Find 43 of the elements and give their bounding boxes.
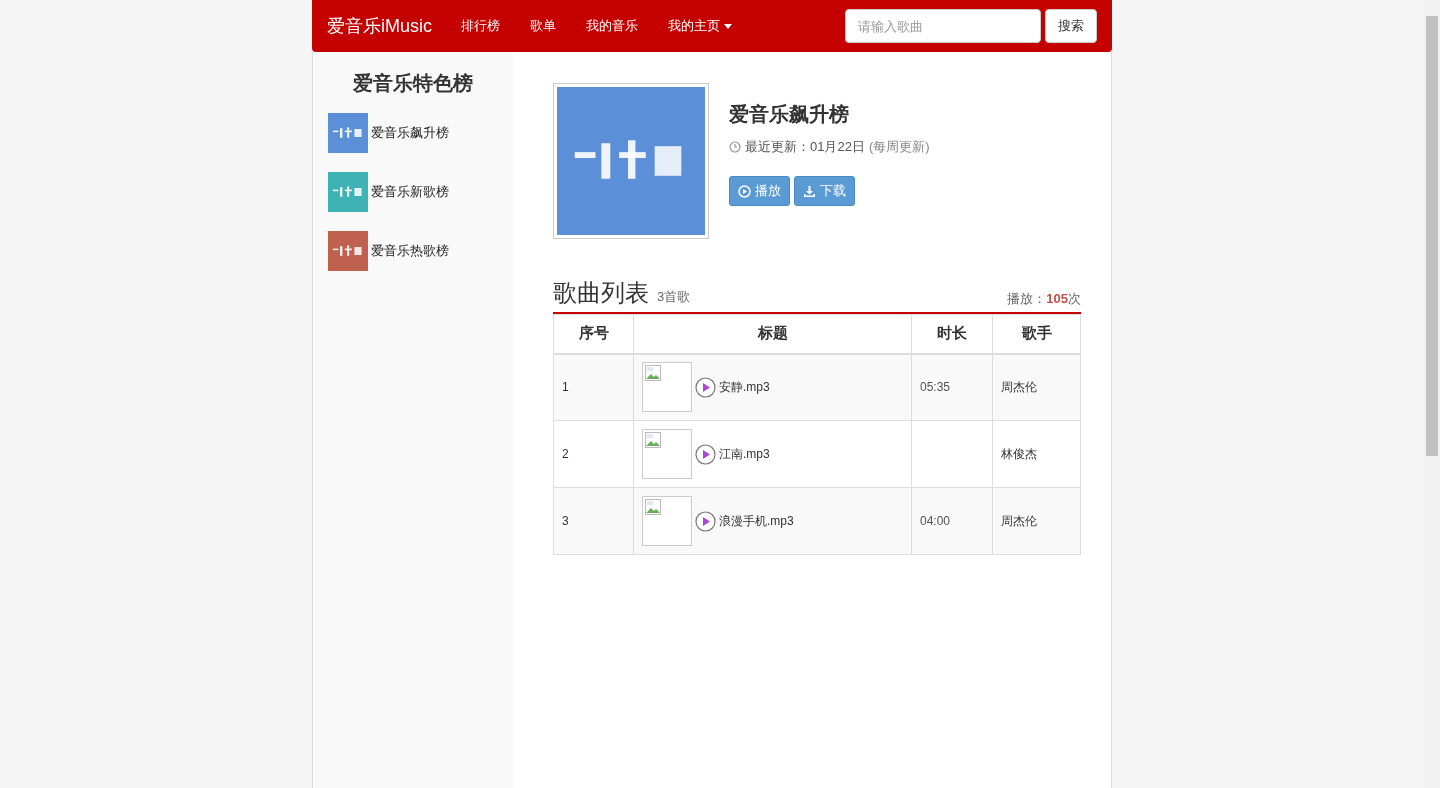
nav-link[interactable]: 歌单 bbox=[515, 17, 571, 35]
play-icon bbox=[738, 184, 751, 198]
broken-image-icon bbox=[645, 432, 661, 448]
table-cell: 2 bbox=[553, 420, 634, 488]
song-title-link[interactable]: 浪漫手机.mp3 bbox=[719, 512, 794, 530]
update-note: (每周更新) bbox=[868, 138, 930, 156]
brand-logo[interactable]: 爱音乐iMusic bbox=[327, 14, 432, 38]
table-cell: 林俊杰 bbox=[992, 420, 1081, 488]
broken-image-icon bbox=[645, 365, 661, 382]
play-icon bbox=[695, 443, 716, 465]
table-cell: 04:00 bbox=[911, 487, 993, 555]
table-cell: 周杰伦 bbox=[992, 353, 1081, 421]
song-title-link[interactable]: 安静.mp3 bbox=[719, 378, 770, 396]
sidebar-title: 爱音乐特色榜 bbox=[352, 71, 474, 96]
dropdown-menu-link[interactable]: 我的主页 bbox=[653, 17, 747, 35]
song-title-link[interactable]: 江南.mp3 bbox=[719, 445, 770, 463]
broken-image-icon bbox=[645, 499, 661, 515]
column-header: 序号 bbox=[553, 314, 634, 354]
sidebar-link[interactable]: 爱音乐热歌榜 bbox=[371, 242, 449, 260]
search-button[interactable]: 搜索 bbox=[1045, 9, 1097, 43]
table-cell: 3 bbox=[553, 487, 634, 555]
play-icon bbox=[695, 510, 716, 532]
chart-title: 爱音乐飙升榜 bbox=[729, 102, 850, 127]
table-cell: 1 bbox=[553, 353, 634, 421]
section-title: 歌曲列表 bbox=[553, 278, 649, 308]
download-icon bbox=[803, 184, 816, 198]
nav-link[interactable]: 我的音乐 bbox=[571, 17, 653, 35]
update-text: 最近更新：01月22日 bbox=[745, 138, 865, 156]
table-cell: 05:35 bbox=[911, 353, 993, 421]
column-header: 时长 bbox=[911, 314, 993, 354]
play-count: 播放：105次 bbox=[1007, 290, 1081, 308]
search-field[interactable]: 请输入歌曲 bbox=[845, 9, 1041, 43]
sidebar-link[interactable]: 爱音乐新歌榜 bbox=[371, 183, 449, 201]
column-header: 标题 bbox=[633, 314, 912, 354]
scrollbar[interactable] bbox=[1424, 0, 1440, 788]
column-header: 歌手 bbox=[992, 314, 1081, 354]
play-icon bbox=[695, 376, 716, 398]
caret-icon bbox=[724, 23, 732, 29]
song-count: 3首歌 bbox=[657, 288, 691, 306]
sidebar-link[interactable]: 爱音乐飙升榜 bbox=[371, 124, 449, 142]
clock-icon bbox=[729, 141, 741, 153]
nav-link[interactable]: 排行榜 bbox=[446, 17, 515, 35]
table-cell: 周杰伦 bbox=[992, 487, 1081, 555]
